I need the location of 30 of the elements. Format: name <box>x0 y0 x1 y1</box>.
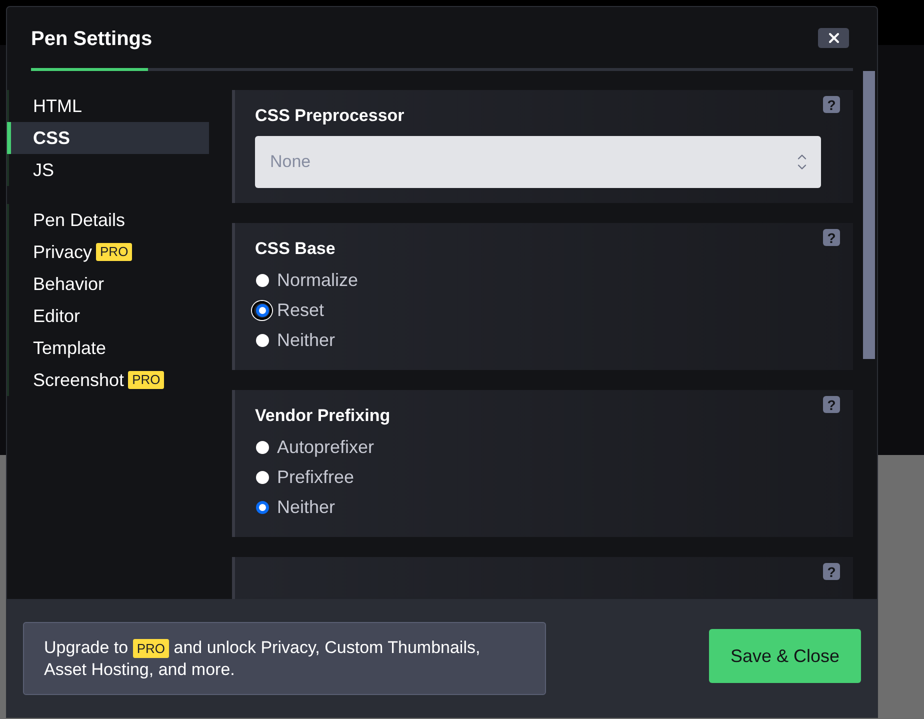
upgrade-text: Upgrade to <box>44 638 128 656</box>
pro-badge: PRO <box>96 242 132 262</box>
radio-option[interactable]: Normalize <box>255 265 821 295</box>
pro-badge: PRO <box>132 638 170 658</box>
help-button[interactable]: ? <box>823 229 840 246</box>
help-button[interactable]: ? <box>823 563 840 580</box>
section-heading: Vendor Prefixing <box>255 406 392 426</box>
sidebar-item[interactable]: Editor <box>7 300 209 332</box>
sidebar-item[interactable]: Template <box>7 332 209 364</box>
radio-option[interactable]: Neither <box>255 325 821 355</box>
sidebar-item[interactable]: Behavior <box>7 268 209 300</box>
save-button[interactable]: Save & Close <box>709 629 861 683</box>
help-button[interactable]: ? <box>823 96 840 113</box>
dialog-title: Pen Settings <box>31 28 152 51</box>
sidebar-item[interactable]: HTML <box>7 90 209 122</box>
radio-option[interactable]: Neither <box>255 492 821 522</box>
sidebar-item[interactable]: CSS <box>7 122 209 154</box>
sidebar-item[interactable]: Privacy PRO <box>7 236 209 268</box>
sidebar-item[interactable]: Screenshot PRO <box>7 364 209 396</box>
radio-option[interactable]: Autoprefixer <box>255 432 821 462</box>
upgrade-text: and unlock Privacy, Custom Thumbnails, <box>174 638 480 656</box>
sidebar-item[interactable]: JS <box>7 154 209 186</box>
help-button[interactable]: ? <box>823 396 840 413</box>
pro-badge: PRO <box>128 370 164 390</box>
radio-option[interactable]: Prefixfree <box>255 462 821 492</box>
radio-option[interactable]: Reset <box>255 295 821 325</box>
section-heading: CSS Preprocessor <box>255 106 406 126</box>
upgrade-text: Asset Hosting, and more. <box>44 658 235 681</box>
section-heading: CSS Base <box>255 239 336 259</box>
sidebar-item[interactable]: Pen Details <box>7 204 209 236</box>
